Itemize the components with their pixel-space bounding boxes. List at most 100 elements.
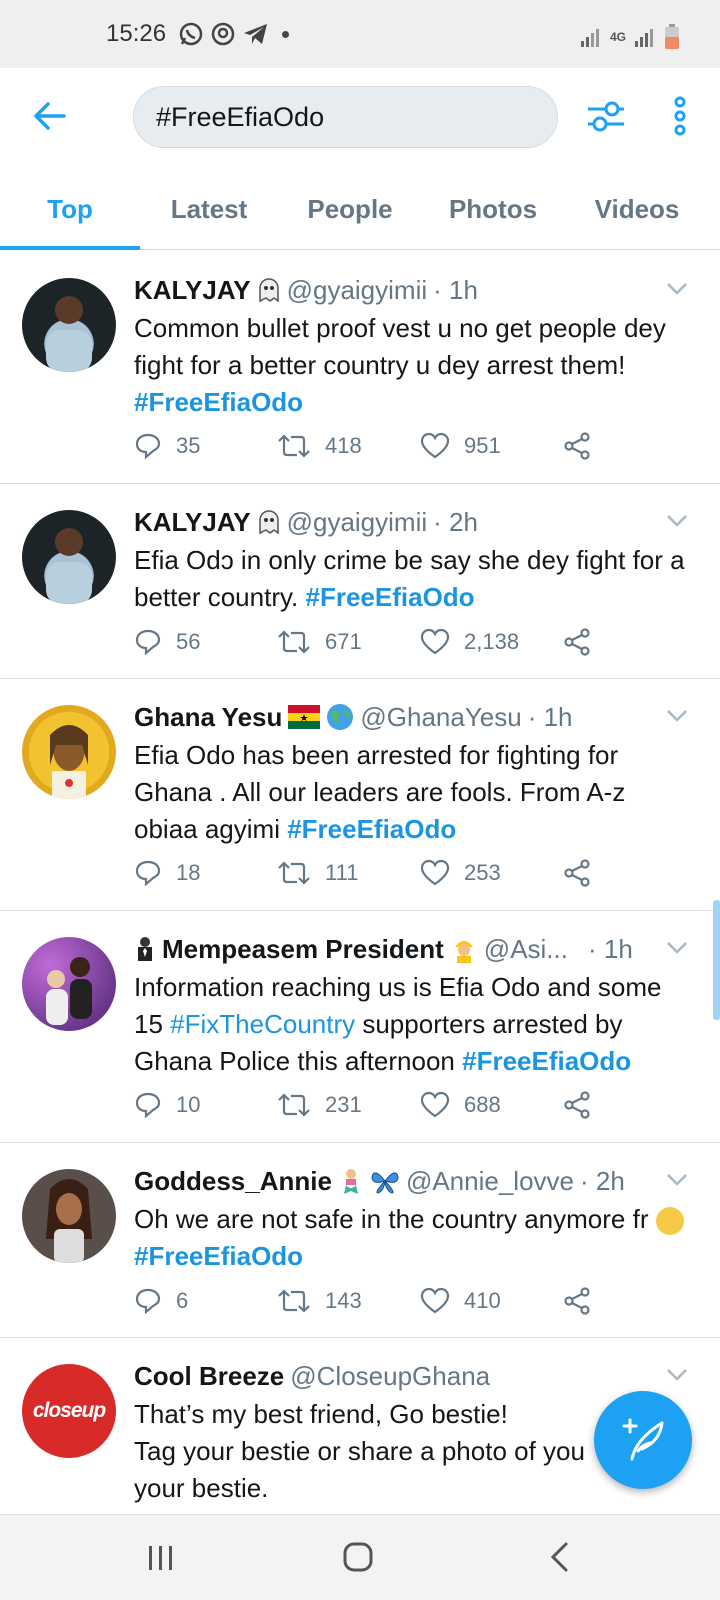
search-input[interactable]: #FreeEfiaOdo (133, 86, 558, 148)
recent-apps-icon[interactable] (146, 1543, 176, 1573)
scrollbar-thumb[interactable] (713, 900, 720, 1020)
like-count: 253 (464, 860, 501, 885)
tweet-author-name[interactable]: Cool Breeze (134, 1356, 284, 1396)
tweet-author-name[interactable]: KALYJAY (134, 270, 251, 310)
avatar[interactable] (22, 705, 116, 799)
hashtag-link[interactable]: #FixTheCountry (170, 1009, 355, 1039)
tweet-text: Information reaching us is Efia Odo and … (134, 972, 662, 1076)
share-button[interactable] (563, 1287, 706, 1315)
chevron-down-icon[interactable] (666, 1368, 688, 1382)
tweet-item[interactable]: Ghana Yesu @GhanaYesu · 1h Efia Odo has be… (0, 679, 720, 911)
hashtag-link[interactable]: #FreeEfiaOdo (287, 814, 456, 844)
tweet-author-name[interactable]: Ghana Yesu (134, 697, 282, 737)
share-button[interactable] (563, 1091, 706, 1119)
share-button[interactable] (563, 628, 706, 656)
tweet-feed[interactable]: KALYJAY @gyaigyimii · 1h Common bullet pro… (0, 252, 720, 1514)
tweet-author-handle[interactable]: @gyaigyimii (287, 270, 428, 310)
reply-button[interactable]: 18 (134, 859, 277, 887)
butterfly-icon (371, 1172, 399, 1194)
active-tab-indicator (0, 246, 140, 250)
retweet-button[interactable]: 111 (277, 859, 420, 887)
avatar[interactable] (22, 937, 116, 1031)
search-query: #FreeEfiaOdo (156, 101, 325, 132)
back-icon[interactable] (548, 1541, 572, 1573)
chevron-down-icon[interactable] (666, 514, 688, 528)
tweet-author-name[interactable]: Mempeasem President (162, 929, 444, 969)
hashtag-link[interactable]: #FreeEfiaOdo (306, 582, 475, 612)
tweet-author-name[interactable]: KALYJAY (134, 502, 251, 542)
avatar[interactable] (22, 510, 116, 604)
tweet-author-handle[interactable]: @GhanaYesu (360, 697, 521, 737)
tweet-timestamp: · 2h (580, 1166, 625, 1196)
tweet-item[interactable]: KALYJAY @gyaigyimii · 1h Common bullet pro… (0, 252, 720, 484)
reply-count: 6 (176, 1288, 189, 1313)
tab-videos[interactable]: Videos (564, 168, 710, 249)
like-button[interactable]: 951 (420, 432, 563, 460)
heart-icon (420, 1091, 450, 1118)
share-icon (564, 1091, 590, 1119)
tweet-item[interactable]: Goddess_Annie @Annie_lovve · 2h Oh we are … (0, 1143, 720, 1338)
like-count: 951 (464, 433, 501, 458)
mermaid-icon (343, 1169, 358, 1194)
share-button[interactable] (563, 859, 706, 887)
tweet-item[interactable]: Mempeasem President @Asi... · 1h Informati… (0, 911, 720, 1143)
retweet-count: 231 (325, 1092, 362, 1117)
compose-tweet-button[interactable] (594, 1391, 692, 1489)
status-bar: 15:26 4G (0, 0, 720, 68)
retweet-icon (278, 861, 310, 885)
tweet-text: Oh we are not safe in the country anymor… (134, 1201, 696, 1275)
reply-button[interactable]: 10 (134, 1091, 277, 1119)
filter-sliders-icon[interactable] (586, 98, 626, 134)
tweet-author-name[interactable]: Goddess_Annie (134, 1161, 332, 1201)
tweet-timestamp: · 2h (433, 507, 478, 537)
reply-button[interactable]: 35 (134, 432, 277, 460)
retweet-count: 143 (325, 1288, 362, 1313)
home-icon[interactable] (342, 1541, 374, 1573)
reply-count: 18 (176, 860, 201, 885)
avatar[interactable] (22, 1169, 116, 1263)
more-options-icon[interactable] (672, 96, 688, 136)
retweet-button[interactable]: 231 (277, 1091, 420, 1119)
retweet-icon (278, 1093, 310, 1117)
avatar[interactable]: closeup (22, 1364, 116, 1458)
avatar-logo-text: closeup (32, 1399, 106, 1422)
like-button[interactable]: 410 (420, 1287, 563, 1315)
back-arrow-icon[interactable] (30, 96, 70, 136)
reply-icon (135, 1288, 161, 1315)
system-nav-bar (0, 1514, 720, 1600)
avatar[interactable] (22, 278, 116, 372)
retweet-count: 671 (325, 629, 362, 654)
like-button[interactable]: 688 (420, 1091, 563, 1119)
tweet-author-handle[interactable]: @CloseupGhana (290, 1356, 490, 1396)
tab-photos[interactable]: Photos (422, 168, 564, 249)
tweet-author-handle[interactable]: @gyaigyimii (287, 502, 428, 542)
hashtag-link[interactable]: #FreeEfiaOdo (462, 1046, 631, 1076)
chevron-down-icon[interactable] (666, 1173, 688, 1187)
retweet-count: 111 (325, 860, 359, 885)
chevron-down-icon[interactable] (666, 709, 688, 723)
tweet-text: Efia Odɔ in only crime be say she dey fi… (134, 545, 685, 612)
share-button[interactable] (563, 432, 706, 460)
like-button[interactable]: 2,138 (420, 628, 563, 656)
tab-people[interactable]: People (278, 168, 422, 249)
retweet-button[interactable]: 671 (277, 628, 420, 656)
like-button[interactable]: 253 (420, 859, 563, 887)
tweet-author-handle[interactable]: @Asi... (484, 929, 568, 969)
chevron-down-icon[interactable] (666, 941, 688, 955)
chevron-down-icon[interactable] (666, 282, 688, 296)
retweet-icon (278, 434, 310, 458)
tweet-item[interactable]: KALYJAY @gyaigyimii · 2h Efia Odɔ in only … (0, 484, 720, 679)
retweet-button[interactable]: 418 (277, 432, 420, 460)
hashtag-link[interactable]: #FreeEfiaOdo (134, 387, 303, 417)
reply-button[interactable]: 56 (134, 628, 277, 656)
reply-button[interactable]: 6 (134, 1287, 277, 1315)
tab-top[interactable]: Top (0, 168, 140, 250)
rolling-eyes-emoji-icon (655, 1207, 684, 1236)
tab-latest[interactable]: Latest (140, 168, 278, 249)
tweet-actions: 18 111 253 (134, 859, 706, 887)
hashtag-link[interactable]: #FreeEfiaOdo (134, 1241, 303, 1271)
retweet-button[interactable]: 143 (277, 1287, 420, 1315)
tweet-author-handle[interactable]: @Annie_lovve (406, 1161, 574, 1201)
whatsapp-icon (179, 22, 203, 46)
signal-icon (580, 29, 599, 47)
